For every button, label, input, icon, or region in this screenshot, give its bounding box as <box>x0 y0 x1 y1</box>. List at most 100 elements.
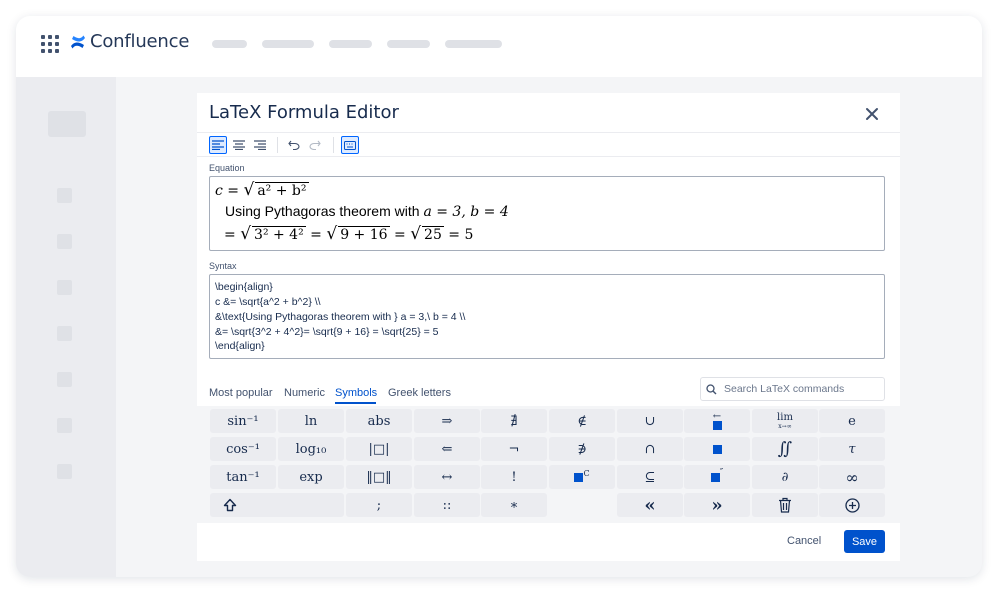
key-double-integral[interactable]: ∬ <box>752 437 818 461</box>
key-overleftarrow[interactable]: ← <box>684 409 750 433</box>
equation-text: = <box>305 227 327 243</box>
sidebar <box>16 77 116 577</box>
radical-sign: √ <box>240 224 252 244</box>
redo-icon <box>309 140 321 150</box>
key-intersection[interactable]: ∩ <box>617 437 683 461</box>
confluence-mark-icon <box>71 35 85 48</box>
key-arccos[interactable]: cos⁻¹ <box>210 437 276 461</box>
latex-editor-dialog: LaTeX Formula Editor Equation c = √ a² + … <box>197 93 900 561</box>
align-right-button[interactable] <box>251 136 269 154</box>
key-e[interactable]: e <box>819 409 885 433</box>
nav-placeholder <box>387 40 430 48</box>
toolbar-separator <box>277 137 278 153</box>
symbol-keypad: sin⁻¹ ln abs ⇒ ∄ ∉ ∪ ← lim x→∞ e cos⁻¹ lo… <box>197 406 900 523</box>
equation-line-2: Using Pythagoras theorem with a = 3, b =… <box>225 203 509 220</box>
app-switcher-icon[interactable] <box>41 35 59 53</box>
key-implied-by[interactable]: ⇐ <box>414 437 480 461</box>
keyboard-icon <box>344 140 356 150</box>
key-arctan[interactable]: tan⁻¹ <box>210 465 276 489</box>
key-placeholder[interactable] <box>684 437 750 461</box>
key-abs-box[interactable]: |□| <box>346 437 412 461</box>
sidebar-item-placeholder <box>57 280 72 295</box>
key-add[interactable] <box>819 493 885 517</box>
undo-icon <box>288 140 300 150</box>
double-prime-superscript: ″ <box>719 468 724 478</box>
key-not-ni[interactable]: ∌ <box>549 437 615 461</box>
key-not[interactable]: ¬ <box>481 437 547 461</box>
top-navigation: Confluence <box>16 16 982 77</box>
key-ln[interactable]: ln <box>278 409 344 433</box>
equation-text: = <box>389 227 411 243</box>
tab-symbols[interactable]: Symbols <box>335 387 377 399</box>
app-name: Confluence <box>90 31 190 52</box>
key-asterisk[interactable]: ∗ <box>481 493 547 517</box>
key-norm-box[interactable]: ‖□‖ <box>346 465 412 489</box>
key-arcsin[interactable]: sin⁻¹ <box>210 409 276 433</box>
key-tau[interactable]: τ <box>819 437 885 461</box>
key-not-in[interactable]: ∉ <box>549 409 615 433</box>
nav-placeholder <box>262 40 314 48</box>
align-center-icon <box>233 140 245 150</box>
equation-text: c = <box>215 183 244 199</box>
save-button[interactable]: Save <box>844 530 885 553</box>
active-tab-indicator <box>335 402 376 404</box>
key-subset-eq[interactable]: ⊆ <box>617 465 683 489</box>
close-icon[interactable] <box>861 103 883 125</box>
syntax-line: \end{align} <box>215 340 265 352</box>
key-log10[interactable]: log₁₀ <box>278 437 344 461</box>
placeholder-box-icon <box>710 472 720 482</box>
sidebar-item-placeholder <box>57 372 72 387</box>
key-delete[interactable] <box>752 493 818 517</box>
key-implies[interactable]: ⇒ <box>414 409 480 433</box>
key-infinity[interactable]: ∞ <box>819 465 885 489</box>
key-union[interactable]: ∪ <box>617 409 683 433</box>
syntax-line: &\text{Using Pythagoras theorem with } a… <box>215 311 466 323</box>
key-shift[interactable] <box>210 493 344 517</box>
key-move-left[interactable]: « <box>617 493 683 517</box>
equation-text: 25 <box>422 226 444 243</box>
key-abs[interactable]: abs <box>346 409 412 433</box>
key-double-colon[interactable]: :: <box>414 493 480 517</box>
syntax-line: &= \sqrt{3^2 + 4^2}= \sqrt{9 + 16} = \sq… <box>215 326 439 338</box>
key-not-exists[interactable]: ∄ <box>481 409 547 433</box>
radical-sign: √ <box>243 180 255 200</box>
syntax-line: c &= \sqrt{a^2 + b^2} \\ <box>215 296 321 308</box>
tab-numeric[interactable]: Numeric <box>284 387 325 399</box>
tab-most-popular[interactable]: Most popular <box>209 387 273 399</box>
equation-text: = 5 <box>443 227 474 243</box>
dialog-title: LaTeX Formula Editor <box>209 102 399 123</box>
equation-text: 9 + 16 <box>338 226 390 243</box>
key-double-prime[interactable]: ″ <box>684 465 750 489</box>
equation-label: Equation <box>209 163 245 173</box>
left-arrow-icon: ← <box>712 411 722 422</box>
key-move-right[interactable]: » <box>684 493 750 517</box>
confluence-logo[interactable]: Confluence <box>70 31 189 52</box>
key-partial[interactable]: ∂ <box>752 465 818 489</box>
key-factorial[interactable]: ! <box>481 465 547 489</box>
equation-line-1: c = √ a² + b² <box>215 180 309 200</box>
sidebar-item-placeholder <box>57 418 72 433</box>
add-icon <box>844 497 860 513</box>
align-left-button[interactable] <box>209 136 227 154</box>
latex-search[interactable] <box>700 377 885 401</box>
redo-button[interactable] <box>306 136 324 154</box>
equation-text: 3² + 4² <box>252 226 306 243</box>
undo-button[interactable] <box>285 136 303 154</box>
key-semicolon[interactable]: ; <box>346 493 412 517</box>
equation-text: = <box>224 227 241 243</box>
syntax-line: \begin{align} <box>215 281 273 293</box>
key-complement[interactable]: C <box>549 465 615 489</box>
cancel-button[interactable]: Cancel <box>787 535 821 547</box>
key-exp[interactable]: exp <box>278 465 344 489</box>
keyboard-toggle-button[interactable] <box>341 136 359 154</box>
key-left-right-arrow[interactable]: ↔ <box>414 465 480 489</box>
sidebar-item-placeholder <box>57 234 72 249</box>
equation-text: Using Pythagoras theorem with <box>225 203 424 219</box>
syntax-textarea[interactable]: \begin{align} c &= \sqrt{a^2 + b^2} \\ &… <box>209 274 885 359</box>
key-limit[interactable]: lim x→∞ <box>752 409 818 433</box>
align-left-icon <box>212 140 224 150</box>
tab-greek-letters[interactable]: Greek letters <box>388 387 451 399</box>
search-input[interactable] <box>724 383 874 395</box>
nav-placeholder <box>329 40 372 48</box>
align-center-button[interactable] <box>230 136 248 154</box>
